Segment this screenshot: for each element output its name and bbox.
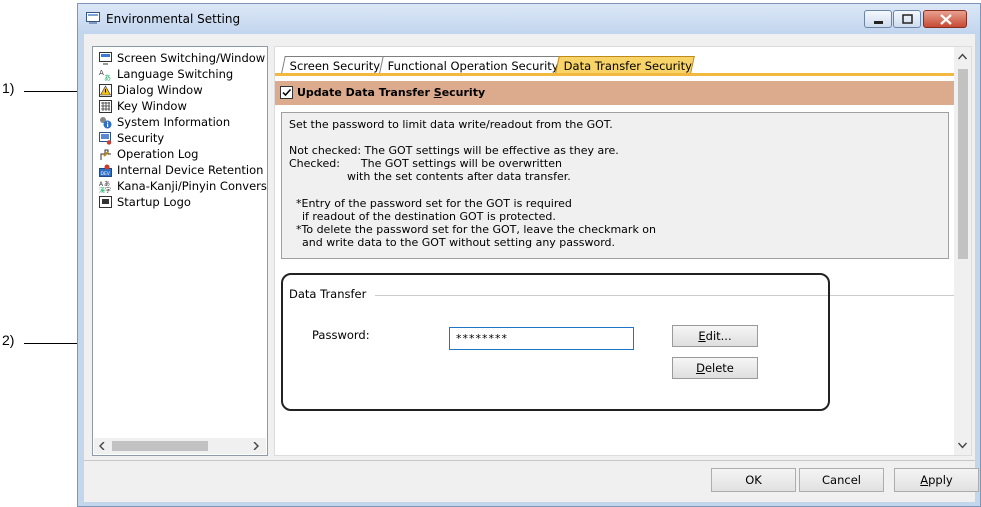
maximize-button[interactable] [893,10,921,28]
dialog-client-area: Screen Switching/Window Aあ Language Swit… [84,34,979,502]
svg-text:字: 字 [105,187,111,194]
tab-underline [275,73,955,76]
environmental-setting-window: Environmental Setting Screen Switching/W… [77,3,981,507]
description-box: Set the password to limit data write/rea… [281,112,949,259]
window-title: Environmental Setting [106,12,241,26]
svg-text:DEV: DEV [101,171,111,177]
description-line: if readout of the destination GOT is pro… [302,210,556,223]
warning-dialog-icon [99,84,112,97]
operation-log-icon [100,149,111,160]
system-info-icon [100,117,112,129]
description-line: Not checked: The GOT settings will be ef… [289,144,619,157]
description-line: *Entry of the password set for the GOT i… [296,197,572,210]
panel-scroll-thumb[interactable] [958,69,968,259]
scroll-right-icon[interactable] [252,442,260,450]
title-bar[interactable]: Environmental Setting [78,4,980,34]
tree-item-label: Kana-Kanji/Pinyin Conversi [117,179,268,193]
description-line: *To delete the password set for the GOT,… [296,223,657,236]
device-retention-icon: DEV [99,164,112,177]
tree-horizontal-scrollbar[interactable] [94,438,266,454]
update-security-bar: Update Data Transfer Security [275,81,955,105]
tab-functional-operation-security[interactable]: Functional Operation Security [379,56,561,73]
tree-item-label: Internal Device Retention [117,163,264,177]
callout-2-frame [281,273,830,411]
startup-logo-icon [99,196,112,208]
description-line: and write data to the GOT without settin… [302,236,616,249]
update-data-transfer-security-label[interactable]: Update Data Transfer Security [297,86,485,99]
security-icon [99,132,112,145]
scroll-up-icon[interactable] [958,53,967,60]
tree-item-label: Language Switching [117,67,234,81]
keyboard-icon [99,100,112,113]
settings-window-icon [86,12,100,24]
description-line: with the set contents after data transfe… [347,170,571,183]
tab-screen-security[interactable]: Screen Security [281,56,385,73]
close-icon [940,14,952,25]
tab-data-transfer-security[interactable]: Data Transfer Security [555,56,695,73]
language-icon: Aあ [99,69,111,81]
scroll-down-icon[interactable] [958,442,967,449]
svg-text:あ: あ [104,74,111,81]
tree-item-label: Screen Switching/Window [117,51,266,65]
cancel-button[interactable]: Cancel [799,468,884,492]
panel-vertical-scrollbar[interactable] [954,47,971,455]
scroll-left-icon[interactable] [98,442,106,450]
ok-button[interactable]: OK [711,468,796,492]
tree-item-label: Operation Log [117,147,199,161]
checkmark-icon [282,88,292,97]
tree-item-label: System Information [117,115,231,129]
footer-divider [84,460,975,461]
close-button[interactable] [923,10,967,28]
description-line: Checked: The GOT settings will be overwr… [289,157,562,170]
kana-kanji-icon: A あ漢字 [99,181,111,194]
tree-item-label: Key Window [117,99,187,113]
maximize-icon [902,14,913,24]
tree-item-label: Security [117,131,165,145]
screen-switch-icon [99,52,112,65]
tree-scroll-thumb[interactable] [112,441,208,451]
update-data-transfer-security-checkbox[interactable] [280,86,293,99]
apply-button[interactable]: Apply [894,468,979,492]
callout-1-label: 1) [2,80,15,96]
minimize-button[interactable] [864,10,892,28]
tree-item-label: Startup Logo [117,195,191,209]
callout-2-label: 2) [2,332,15,348]
tree-item-label: Dialog Window [117,83,203,97]
category-tree[interactable]: Screen Switching/Window Aあ Language Swit… [92,46,268,456]
minimize-icon [874,21,883,24]
description-line: Set the password to limit data write/rea… [289,118,613,131]
